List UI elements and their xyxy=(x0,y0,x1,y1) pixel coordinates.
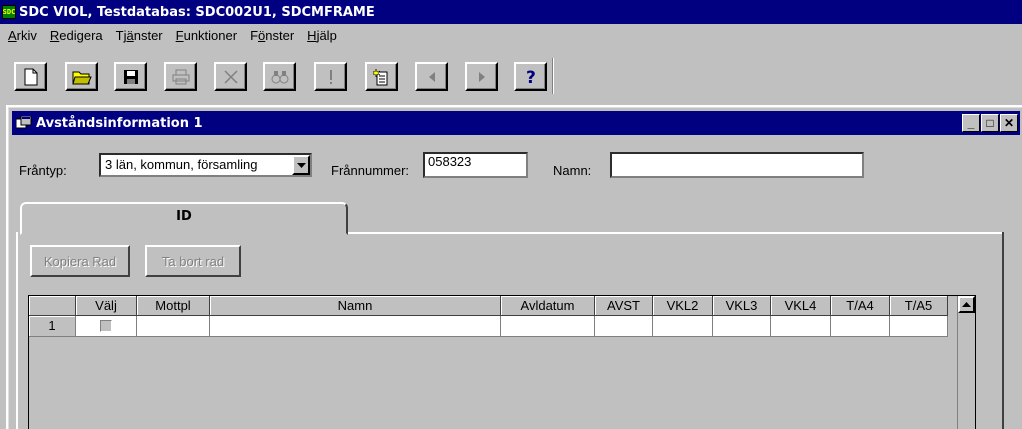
frannummer-field[interactable]: 058323 xyxy=(423,152,528,178)
column-header-vkl3[interactable]: VKL3 xyxy=(713,296,771,316)
valj-checkbox[interactable] xyxy=(100,320,112,332)
close-button[interactable]: ✕ xyxy=(1000,114,1018,132)
print-icon xyxy=(172,69,189,84)
frantyp-dropdown[interactable]: 3 län, kommun, församling xyxy=(99,153,312,177)
column-header-namn[interactable]: Namn xyxy=(210,296,501,316)
frannummer-label: Frånnummer: xyxy=(331,163,410,178)
menu-hjalp[interactable]: Hjälp xyxy=(307,28,337,43)
menu-arkiv[interactable]: Arkiv xyxy=(8,28,37,43)
exclamation-icon xyxy=(329,69,332,84)
print-button[interactable] xyxy=(164,62,197,91)
menu-fonster[interactable]: Fönster xyxy=(250,28,294,43)
column-header-vkl2[interactable]: VKL2 xyxy=(653,296,713,316)
menu-redigera[interactable]: Redigera xyxy=(50,28,103,43)
new-item-icon xyxy=(372,67,387,85)
frantyp-label: Fråntyp: xyxy=(19,163,67,178)
next-arrow-icon xyxy=(478,71,485,82)
new-document-button[interactable] xyxy=(14,62,47,91)
tab-id[interactable]: ID xyxy=(20,202,348,235)
save-disk-icon xyxy=(123,69,138,84)
scroll-up-arrow-icon xyxy=(962,302,971,307)
column-header-ta5[interactable]: T/A5 xyxy=(890,296,948,316)
ta-bort-rad-button[interactable]: Ta bort rad xyxy=(145,245,241,277)
column-header-vkl4[interactable]: VKL4 xyxy=(771,296,831,316)
new-item-button[interactable] xyxy=(365,62,398,91)
dropdown-arrow-button[interactable] xyxy=(292,155,310,175)
grid-header-row: Välj Mottpl Namn Avldatum AVST VKL2 VKL3… xyxy=(29,296,948,316)
app-titlebar: SDC SDC VIOL, Testdatabas: SDC002U1, SDC… xyxy=(0,0,1022,24)
help-button[interactable]: ? xyxy=(514,62,547,91)
svg-text:?: ? xyxy=(526,68,536,86)
vkl4-cell[interactable] xyxy=(771,316,831,337)
column-header-mottpl[interactable]: Mottpl xyxy=(137,296,210,316)
valj-cell[interactable] xyxy=(76,316,137,337)
find-binoculars-icon xyxy=(271,70,288,83)
chevron-down-icon xyxy=(296,162,306,168)
table-row[interactable]: 1 xyxy=(29,316,948,337)
toolbar-separator xyxy=(552,58,554,94)
menu-funktioner[interactable]: Funktioner xyxy=(176,28,237,43)
previous-arrow-icon xyxy=(428,71,435,82)
sdc-logo-icon: SDC xyxy=(2,5,16,19)
frantyp-value: 3 län, kommun, församling xyxy=(105,157,258,172)
exclamation-button[interactable] xyxy=(314,62,347,91)
child-window-title: Avståndsinformation 1 xyxy=(36,115,203,131)
child-window-titlebar: Avståndsinformation 1 _ □ ✕ xyxy=(12,111,1020,135)
minimize-button[interactable]: _ xyxy=(962,114,980,132)
next-button[interactable] xyxy=(465,62,498,91)
window-controls: _ □ ✕ xyxy=(962,114,1018,132)
avldatum-cell[interactable] xyxy=(501,316,595,337)
delete-button[interactable] xyxy=(214,62,247,91)
app-title: SDC VIOL, Testdatabas: SDC002U1, SDCMFRA… xyxy=(19,4,375,20)
vkl2-cell[interactable] xyxy=(653,316,713,337)
vkl3-cell[interactable] xyxy=(713,316,771,337)
menu-tjanster[interactable]: Tjänster xyxy=(116,28,163,43)
scroll-up-button[interactable] xyxy=(958,296,975,313)
toolbar: ? xyxy=(0,48,1022,96)
save-button[interactable] xyxy=(114,62,147,91)
new-document-icon xyxy=(24,68,37,85)
kopiera-rad-button[interactable]: Kopiera Rad xyxy=(30,245,130,277)
column-header-rownum xyxy=(29,296,76,316)
maximize-button[interactable]: □ xyxy=(981,114,999,132)
mdi-client-area: Avståndsinformation 1 _ □ ✕ Fråntyp: 3 l… xyxy=(6,105,1022,429)
row-number: 1 xyxy=(29,316,76,337)
avst-cell[interactable] xyxy=(595,316,653,337)
help-question-icon: ? xyxy=(526,68,536,86)
column-header-avst[interactable]: AVST xyxy=(595,296,653,316)
vertical-scrollbar[interactable] xyxy=(957,296,975,429)
ta4-cell[interactable] xyxy=(831,316,890,337)
namn-field[interactable] xyxy=(610,152,864,178)
previous-button[interactable] xyxy=(415,62,448,91)
ta5-cell[interactable] xyxy=(890,316,948,337)
column-header-valj[interactable]: Välj xyxy=(76,296,137,316)
mottpl-cell[interactable] xyxy=(137,316,210,337)
window-app-icon xyxy=(16,116,32,129)
open-button[interactable] xyxy=(65,62,98,91)
namn-label: Namn: xyxy=(553,163,592,178)
column-header-avldatum[interactable]: Avldatum xyxy=(501,296,595,316)
data-grid[interactable]: Välj Mottpl Namn Avldatum AVST VKL2 VKL3… xyxy=(28,295,976,429)
delete-x-icon xyxy=(223,69,238,84)
namn-cell[interactable] xyxy=(210,316,501,337)
open-folder-icon xyxy=(71,71,92,84)
menubar: Arkiv Redigera Tjänster Funktioner Fönst… xyxy=(0,24,1022,46)
find-button[interactable] xyxy=(263,62,296,91)
column-header-ta4[interactable]: T/A4 xyxy=(831,296,890,316)
